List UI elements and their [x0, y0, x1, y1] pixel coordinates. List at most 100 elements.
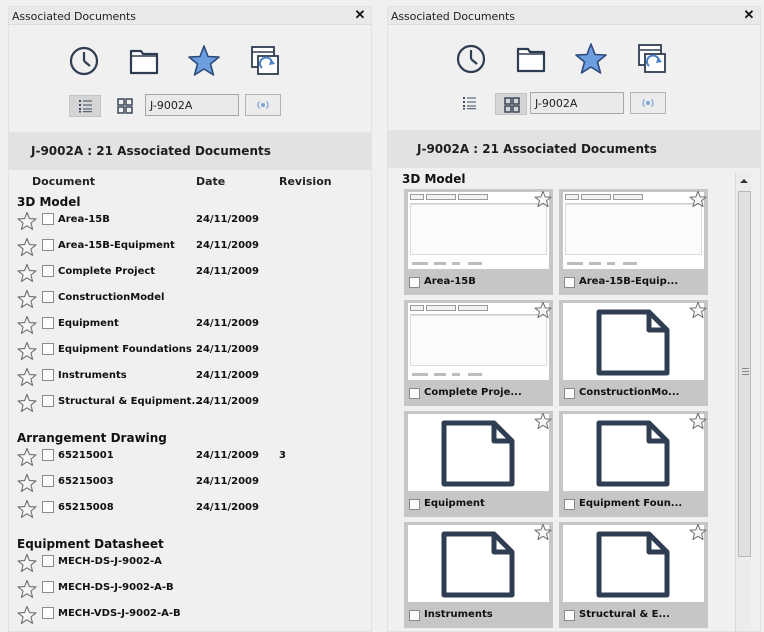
document-row[interactable]: 65215001 24/11/2009 3	[9, 444, 371, 470]
row-checkbox[interactable]	[42, 369, 54, 381]
linked-document-icon[interactable]	[634, 42, 668, 76]
search-go-button[interactable]	[630, 92, 666, 114]
search-input[interactable]: J-9002A	[530, 92, 624, 114]
document-row[interactable]: Equipment 24/11/2009	[9, 312, 371, 338]
scrollbar-grip	[742, 371, 749, 372]
tile-checkbox[interactable]	[564, 499, 575, 510]
document-row[interactable]: MECH-DS-J-9002-A	[9, 550, 371, 576]
tile-name: Complete Proje...	[424, 387, 522, 398]
panel-titlebar: Associated Documents ✕	[9, 7, 371, 25]
favorite-star-icon[interactable]	[534, 190, 552, 208]
row-checkbox[interactable]	[42, 239, 54, 251]
favorite-star-icon[interactable]	[17, 499, 37, 519]
favorite-star-icon[interactable]	[534, 412, 552, 430]
clock-icon[interactable]	[454, 42, 488, 76]
folder-icon[interactable]	[514, 42, 548, 76]
favorite-star-icon[interactable]	[17, 579, 37, 599]
folder-icon[interactable]	[127, 44, 161, 78]
row-checkbox[interactable]	[42, 581, 54, 593]
document-row[interactable]: Complete Project 24/11/2009	[9, 260, 371, 286]
document-row[interactable]: Equipment Foundations 24/11/2009	[9, 338, 371, 364]
favorite-star-icon[interactable]	[17, 211, 37, 231]
document-row[interactable]: ConstructionModel	[9, 286, 371, 312]
document-row[interactable]: Structural & Equipment... 24/11/2009	[9, 390, 371, 416]
favorite-star-icon[interactable]	[17, 393, 37, 413]
favorite-star-icon[interactable]	[689, 190, 707, 208]
document-tile[interactable]: Complete Proje...	[404, 300, 553, 406]
document-tile[interactable]: Equipment Foun...	[559, 411, 708, 517]
close-icon[interactable]: ✕	[742, 8, 756, 22]
grid-view-button[interactable]	[495, 93, 527, 115]
row-checkbox[interactable]	[42, 501, 54, 513]
tile-checkbox[interactable]	[409, 499, 420, 510]
document-icon	[441, 420, 515, 487]
document-count-header: J-9002A : 21 Associated Documents	[388, 130, 760, 168]
favorite-star-icon[interactable]	[17, 473, 37, 493]
favorite-star-icon[interactable]	[17, 367, 37, 387]
row-checkbox[interactable]	[42, 213, 54, 225]
favorite-star-icon[interactable]	[689, 412, 707, 430]
favorite-star-icon[interactable]	[17, 237, 37, 257]
row-checkbox[interactable]	[42, 449, 54, 461]
document-tile[interactable]: ConstructionMo...	[559, 300, 708, 406]
document-tile[interactable]: Equipment	[404, 411, 553, 517]
document-thumbnail	[408, 303, 549, 380]
tile-checkbox[interactable]	[409, 610, 420, 621]
document-row[interactable]: Area-15B-Equipment 24/11/2009	[9, 234, 371, 260]
favorite-star-icon[interactable]	[689, 301, 707, 319]
scrollbar-thumb[interactable]	[738, 191, 751, 557]
close-icon[interactable]: ✕	[353, 8, 367, 22]
scroll-up-arrow[interactable]	[736, 173, 752, 189]
favorite-star-icon[interactable]	[534, 301, 552, 319]
tile-name: Instruments	[424, 609, 493, 620]
list-view-button[interactable]	[69, 95, 101, 117]
document-tile[interactable]: Area-15B	[404, 189, 553, 295]
document-tile[interactable]: Area-15B-Equip...	[559, 189, 708, 295]
tile-checkbox[interactable]	[564, 610, 575, 621]
favorite-star-icon[interactable]	[17, 341, 37, 361]
favorite-star-icon[interactable]	[17, 605, 37, 625]
favorite-star-icon[interactable]	[17, 289, 37, 309]
row-checkbox[interactable]	[42, 395, 54, 407]
document-tile[interactable]: Structural & E...	[559, 522, 708, 628]
clock-icon[interactable]	[67, 44, 101, 78]
row-checkbox[interactable]	[42, 607, 54, 619]
favorite-star-icon[interactable]	[17, 263, 37, 283]
document-row[interactable]: 65215003 24/11/2009	[9, 470, 371, 496]
row-checkbox[interactable]	[42, 343, 54, 355]
list-view-button[interactable]	[454, 93, 486, 115]
tile-checkbox[interactable]	[564, 388, 575, 399]
chevron-up-icon	[740, 179, 748, 183]
favorite-star-icon[interactable]	[689, 523, 707, 541]
document-row[interactable]: MECH-VDS-J-9002-A-B	[9, 602, 371, 628]
tile-checkbox[interactable]	[409, 277, 420, 288]
document-tile[interactable]: Instruments	[404, 522, 553, 628]
tile-checkbox[interactable]	[409, 388, 420, 399]
star-icon[interactable]	[187, 44, 221, 78]
document-date: 24/11/2009	[196, 396, 259, 407]
favorite-star-icon[interactable]	[17, 553, 37, 573]
column-header-document[interactable]: Document	[32, 175, 95, 188]
row-checkbox[interactable]	[42, 555, 54, 567]
favorite-star-icon[interactable]	[534, 523, 552, 541]
tile-checkbox[interactable]	[564, 277, 575, 288]
document-row[interactable]: 65215008 24/11/2009	[9, 496, 371, 522]
row-checkbox[interactable]	[42, 265, 54, 277]
search-input[interactable]: J-9002A	[145, 94, 239, 116]
column-header-revision[interactable]: Revision	[279, 175, 332, 188]
search-go-button[interactable]	[245, 94, 281, 116]
favorite-star-icon[interactable]	[17, 447, 37, 467]
grid-view-icon	[504, 97, 520, 113]
star-icon[interactable]	[574, 42, 608, 76]
vertical-scrollbar[interactable]	[735, 173, 752, 631]
favorite-star-icon[interactable]	[17, 315, 37, 335]
document-row[interactable]: Instruments 24/11/2009	[9, 364, 371, 390]
linked-document-icon[interactable]	[247, 44, 281, 78]
grid-view-button[interactable]	[109, 95, 141, 117]
document-row[interactable]: Area-15B 24/11/2009	[9, 208, 371, 234]
row-checkbox[interactable]	[42, 291, 54, 303]
document-row[interactable]: MECH-DS-J-9002-A-B	[9, 576, 371, 602]
row-checkbox[interactable]	[42, 475, 54, 487]
row-checkbox[interactable]	[42, 317, 54, 329]
column-header-date[interactable]: Date	[196, 175, 225, 188]
